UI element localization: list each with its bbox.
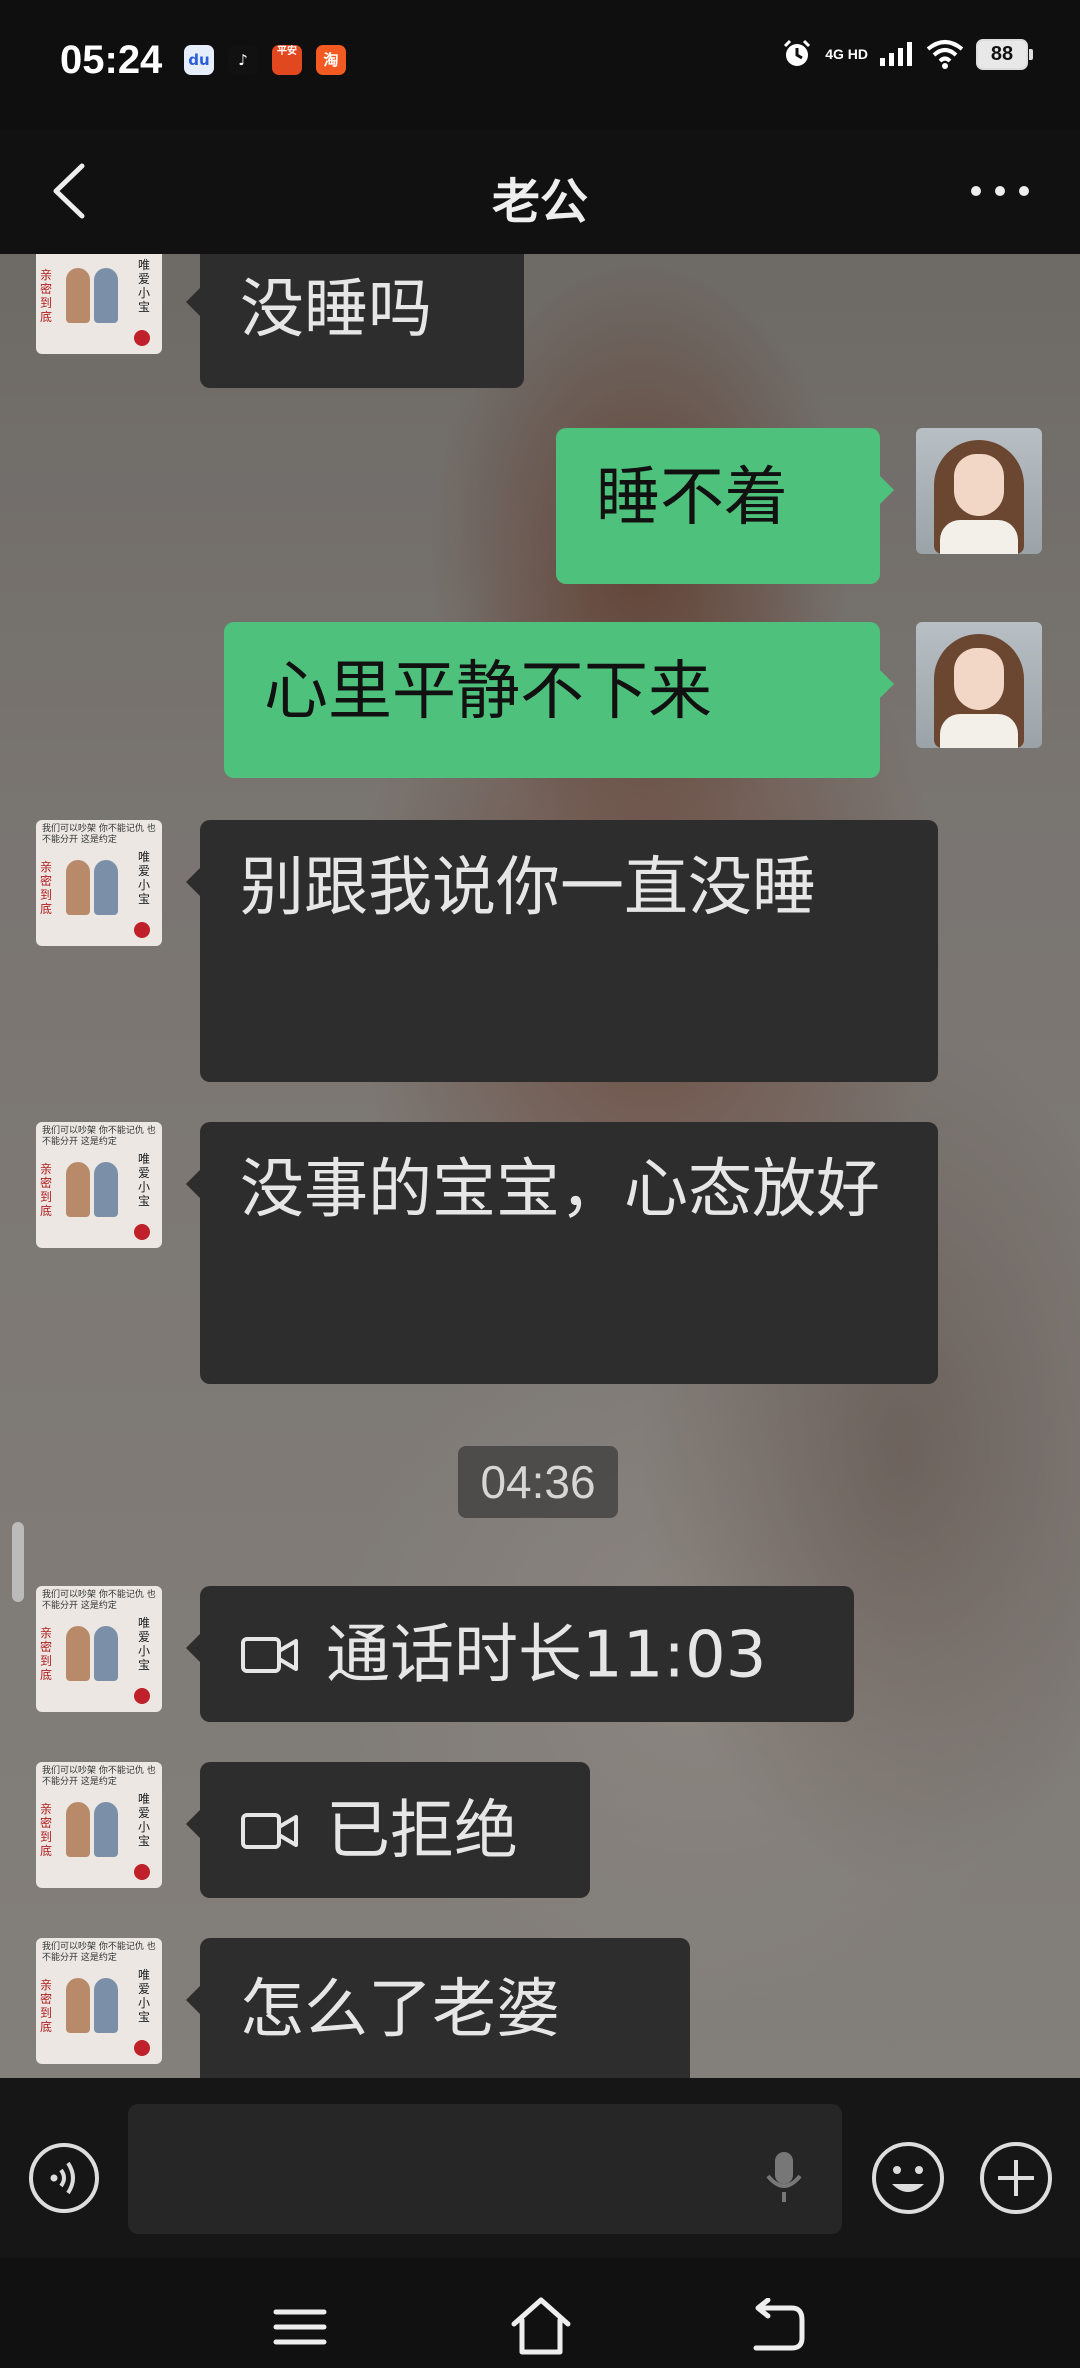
home-icon[interactable] [506, 2294, 576, 2360]
contact-avatar[interactable]: 我们可以吵架 你不能记仇 也不能分开 这是约定 亲密到底 唯爱小宝 [36, 1586, 162, 1712]
video-camera-icon [241, 1813, 298, 1850]
message-bubble-received[interactable]: 怎么了老婆 [186, 1938, 690, 2078]
emoji-icon[interactable] [870, 2140, 946, 2216]
voice-input-icon[interactable] [28, 2142, 100, 2214]
call-duration-text: 通话时长11:03 [326, 1618, 767, 1693]
message-bubble-received[interactable]: 别跟我说你一直没睡 [186, 820, 938, 1082]
battery-indicator: 88 [976, 38, 1033, 70]
message-bubble-received[interactable]: 没睡吗 [186, 254, 524, 388]
wifi-icon [926, 40, 964, 69]
message-text: 怎么了老婆 [240, 1973, 560, 2047]
contact-avatar[interactable]: 我们可以吵架 你不能记仇 也不能分开 这是约定 亲密到底 唯爱小宝 [36, 820, 162, 946]
message-text: 没事的宝宝，心态放好 [240, 1153, 880, 1227]
message-bubble-sent[interactable]: 睡不着 [556, 428, 894, 584]
message-timestamp: 04:36 [458, 1446, 618, 1518]
contact-avatar[interactable]: 我们可以吵架 你不能记仇 也不能分开 这是约定 亲密到底 唯爱小宝 [36, 1938, 162, 2064]
call-record-bubble[interactable]: 已拒绝 [186, 1762, 590, 1898]
scrollbar-handle[interactable] [12, 1522, 24, 1602]
baidu-app-icon: du [184, 45, 214, 75]
call-record-bubble[interactable]: 通话时长11:03 [186, 1586, 854, 1722]
message-text: 睡不着 [596, 461, 788, 535]
message-bubble-received[interactable]: 没事的宝宝，心态放好 [186, 1122, 938, 1384]
status-bar: 05:24 du ♪ 平安 淘 4G HD 88 [0, 0, 1080, 130]
system-nav-bar [0, 2258, 1080, 2368]
microphone-icon[interactable] [760, 2148, 808, 2206]
chat-title: 老公 [491, 174, 588, 230]
contact-avatar[interactable]: 我们可以吵架 你不能记仇 也不能分开 这是约定 亲密到底 唯爱小宝 [36, 1122, 162, 1248]
message-input[interactable] [128, 2104, 842, 2234]
system-back-icon[interactable] [748, 2298, 808, 2354]
chat-header: 老公 [0, 130, 1080, 254]
taobao-app-icon: 淘 [316, 45, 346, 75]
plus-icon[interactable] [978, 2140, 1054, 2216]
my-avatar[interactable] [916, 428, 1042, 554]
menu-icon[interactable] [270, 2302, 330, 2352]
alarm-icon [784, 39, 811, 66]
pingan-bank-app-icon: 平安 [272, 45, 302, 75]
status-app-icons: du ♪ 平安 淘 [184, 45, 346, 75]
status-time: 05:24 [60, 38, 163, 82]
call-status-text: 已拒绝 [326, 1794, 518, 1869]
more-dots-icon[interactable] [960, 166, 1040, 216]
input-bar [0, 2078, 1080, 2258]
signal-icon [880, 42, 912, 66]
message-bubble-sent[interactable]: 心里平静不下来 [224, 622, 894, 778]
chat-message-area[interactable]: 我们可以吵架 你不能记仇 也不能分开 这是约定 亲密到底 唯爱小宝 没睡吗 睡不… [0, 254, 1080, 2078]
video-camera-icon [241, 1637, 298, 1674]
message-text: 没睡吗 [240, 273, 432, 347]
network-label: 4G HD [825, 45, 868, 62]
message-text: 别跟我说你一直没睡 [240, 851, 816, 925]
status-right: 4G HD 88 [781, 38, 1033, 70]
douyin-app-icon: ♪ [228, 45, 258, 75]
message-text: 心里平静不下来 [264, 655, 712, 729]
my-avatar[interactable] [916, 622, 1042, 748]
contact-avatar[interactable]: 我们可以吵架 你不能记仇 也不能分开 这是约定 亲密到底 唯爱小宝 [36, 254, 162, 354]
contact-avatar[interactable]: 我们可以吵架 你不能记仇 也不能分开 这是约定 亲密到底 唯爱小宝 [36, 1762, 162, 1888]
